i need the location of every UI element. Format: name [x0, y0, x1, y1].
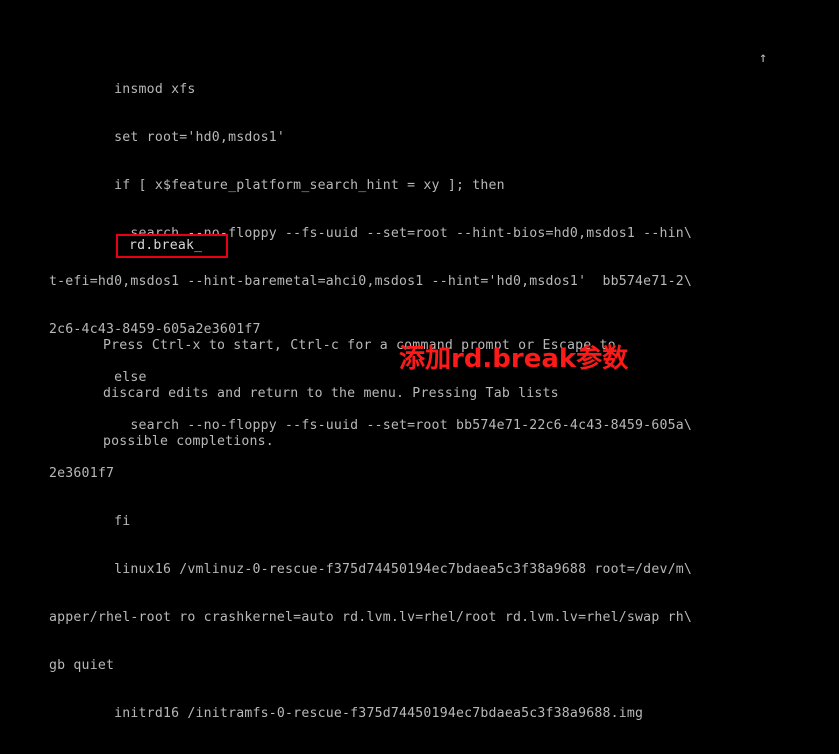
help-instructions: Press Ctrl-x to start, Ctrl-c for a comm…	[103, 306, 616, 482]
editor-line[interactable]: if [ x$feature_platform_search_hint = xy…	[49, 178, 769, 194]
editor-line[interactable]: insmod xfs	[49, 82, 769, 98]
annotation-label: 添加rd.break参数	[399, 344, 629, 374]
help-line: possible completions.	[103, 434, 274, 449]
scroll-up-indicator-icon: ↑	[759, 50, 768, 66]
grub-edit-screen: insmod xfs set root='hd0,msdos1' if [ x$…	[0, 0, 839, 721]
help-line: discard edits and return to the menu. Pr…	[103, 386, 559, 401]
editor-line[interactable]: gb quiet	[49, 658, 769, 674]
editor-line[interactable]: fi	[49, 514, 769, 530]
editor-line[interactable]: t-efi=hd0,msdos1 --hint-baremetal=ahci0,…	[49, 274, 769, 290]
rd-break-edit[interactable]: rd.break_	[129, 238, 202, 254]
editor-line[interactable]: initrd16 /initramfs-0-rescue-f375d744501…	[49, 706, 769, 722]
editor-line[interactable]: set root='hd0,msdos1'	[49, 130, 769, 146]
editor-line[interactable]: linux16 /vmlinuz-0-rescue-f375d74450194e…	[49, 562, 769, 578]
editor-line[interactable]: apper/rhel-root ro crashkernel=auto rd.l…	[49, 610, 769, 626]
